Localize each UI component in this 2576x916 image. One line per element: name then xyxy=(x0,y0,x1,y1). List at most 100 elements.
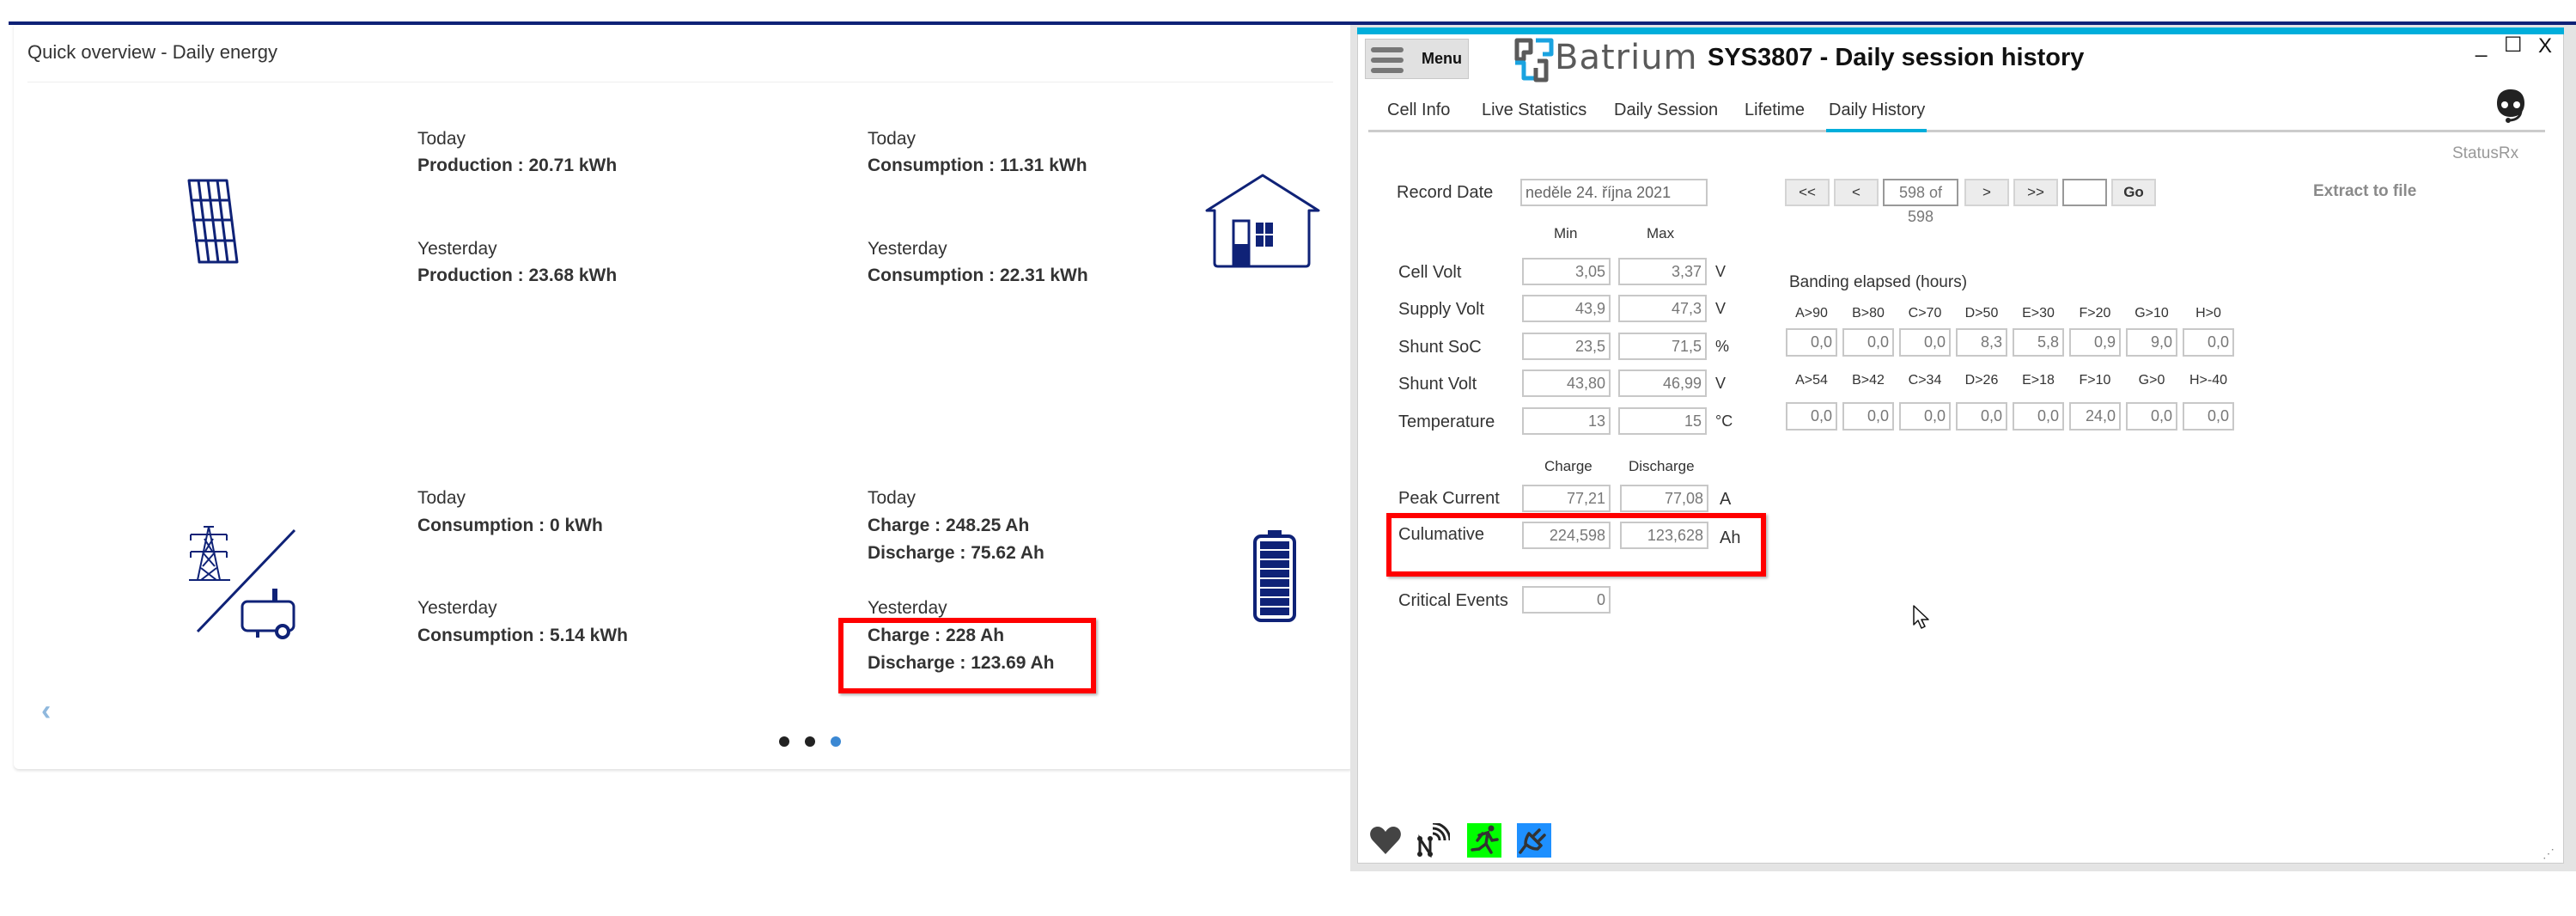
menu-button[interactable]: Menu xyxy=(1365,39,1469,79)
temp-band-label: C>34 xyxy=(1908,373,1942,388)
menu-label: Menu xyxy=(1422,50,1462,67)
resize-grip-icon[interactable]: ⋰ xyxy=(2543,846,2555,861)
soc-band-value: 0,0 xyxy=(1786,328,1837,357)
peak-current-charge: 77,21 xyxy=(1522,485,1611,512)
critical-events-value: 0 xyxy=(1522,586,1611,614)
soc-band-value: 0,9 xyxy=(2069,328,2121,357)
solar-yesterday-label: Yesterday xyxy=(417,239,497,259)
tab-cell-info[interactable]: Cell Info xyxy=(1387,101,1450,120)
measurement-min: 23,5 xyxy=(1522,333,1611,360)
temp-band-value: 0,0 xyxy=(1786,402,1837,431)
prev-record-button[interactable]: < xyxy=(1834,179,1879,206)
soc-band-label: E>30 xyxy=(2022,306,2055,321)
network-signal-icon[interactable] xyxy=(1416,823,1450,858)
measurement-label: Cell Volt xyxy=(1398,263,1462,282)
tab-daily-history[interactable]: Daily History xyxy=(1829,101,1925,120)
mouse-cursor-icon xyxy=(1913,605,1929,629)
grid-yesterday-consumption: Consumption : 5.14 kWh xyxy=(417,626,629,645)
tab-live-statistics[interactable]: Live Statistics xyxy=(1482,101,1586,120)
record-date-label: Record Date xyxy=(1397,183,1494,202)
window-accent-strip xyxy=(1357,27,2564,34)
soc-band-label: D>50 xyxy=(1964,306,1999,321)
tab-daily-session[interactable]: Daily Session xyxy=(1614,101,1718,120)
record-date-input[interactable] xyxy=(1520,179,1708,206)
measurement-min: 43,9 xyxy=(1522,295,1611,322)
soc-band-value: 0,0 xyxy=(2183,328,2234,357)
measurement-min: 43,80 xyxy=(1522,369,1611,397)
max-header: Max xyxy=(1647,225,1675,241)
measurement-unit: V xyxy=(1715,263,1726,280)
carousel-dot-1[interactable] xyxy=(779,736,789,747)
close-button[interactable]: X xyxy=(2538,34,2552,58)
temp-band-value: 0,0 xyxy=(1956,402,2007,431)
soc-band-value: 8,3 xyxy=(1956,328,2007,357)
measurement-max: 47,3 xyxy=(1618,295,1707,322)
soc-band-value: 5,8 xyxy=(2013,328,2064,357)
plug-icon[interactable] xyxy=(1517,823,1551,858)
window-title: SYS3807 - Daily session history xyxy=(1708,44,2085,71)
battery-today-charge: Charge : 248.25 Ah xyxy=(868,516,1030,535)
banding-title: Banding elapsed (hours) xyxy=(1789,273,1968,291)
minimize-button[interactable]: _ xyxy=(2476,34,2487,58)
soc-band-label: H>0 xyxy=(2195,306,2221,321)
measurement-max: 46,99 xyxy=(1618,369,1707,397)
peak-current-discharge: 77,08 xyxy=(1620,485,1708,512)
temp-band-value: 0,0 xyxy=(2013,402,2064,431)
measurement-max: 3,37 xyxy=(1618,258,1707,285)
battery-today-discharge: Discharge : 75.62 Ah xyxy=(868,543,1044,563)
record-position-field: 598 of 598 xyxy=(1883,179,1958,225)
carousel-dot-3[interactable] xyxy=(831,736,841,747)
goto-record-input[interactable] xyxy=(2062,179,2107,206)
soc-band-value: 9,0 xyxy=(2126,328,2177,357)
soc-band-label: G>10 xyxy=(2134,306,2169,321)
carousel-dot-2[interactable] xyxy=(805,736,815,747)
house-icon xyxy=(1205,174,1320,268)
grid-yesterday-label: Yesterday xyxy=(417,598,497,618)
min-header: Min xyxy=(1554,225,1578,241)
batrium-logo-text: Batrium xyxy=(1555,38,1698,77)
overview-title: Quick overview - Daily energy xyxy=(27,41,277,63)
battery-icon xyxy=(1253,530,1296,622)
tab-lifetime[interactable]: Lifetime xyxy=(1745,101,1805,120)
temp-band-value: 0,0 xyxy=(2126,402,2177,431)
temp-band-label: B>42 xyxy=(1852,373,1885,388)
measurement-unit: V xyxy=(1715,300,1726,317)
measurement-label: Shunt SoC xyxy=(1398,338,1482,357)
house-today-consumption: Consumption : 11.31 kWh xyxy=(868,156,1087,175)
solar-yesterday-production: Production : 23.68 kWh xyxy=(417,266,618,285)
next-record-button[interactable]: > xyxy=(1964,179,2009,206)
battery-yesterday-label: Yesterday xyxy=(868,598,947,618)
temp-band-value: 0,0 xyxy=(1899,402,1951,431)
temp-band-label: A>54 xyxy=(1795,373,1828,388)
go-button[interactable]: Go xyxy=(2111,179,2156,206)
measurement-max: 71,5 xyxy=(1618,333,1707,360)
chevron-left-icon[interactable]: ‹ xyxy=(41,694,51,728)
maximize-button[interactable]: ☐ xyxy=(2504,33,2523,58)
soc-band-label: C>70 xyxy=(1908,306,1942,321)
batrium-logo-icon xyxy=(1514,38,1554,82)
solar-panel-icon xyxy=(187,179,239,264)
temp-band-label: H>-40 xyxy=(2189,373,2228,388)
last-record-button[interactable]: >> xyxy=(2013,179,2058,206)
critical-events-label: Critical Events xyxy=(1398,591,1508,610)
measurement-unit: °C xyxy=(1715,412,1733,430)
peak-current-label: Peak Current xyxy=(1398,489,1500,508)
tab-bar-divider xyxy=(1368,130,2545,132)
discharge-header: Discharge xyxy=(1629,458,1695,474)
extract-to-file-link[interactable]: Extract to file xyxy=(2313,182,2416,201)
measurement-min: 3,05 xyxy=(1522,258,1611,285)
batrium-window xyxy=(1357,27,2564,864)
measurement-unit: V xyxy=(1715,375,1726,392)
support-headset-icon[interactable] xyxy=(2495,88,2526,124)
first-record-button[interactable]: << xyxy=(1785,179,1830,206)
hamburger-icon xyxy=(1371,47,1404,78)
soc-band-label: B>80 xyxy=(1852,306,1885,321)
running-man-icon[interactable] xyxy=(1467,823,1501,858)
temp-band-value: 24,0 xyxy=(2069,402,2121,431)
status-rx-label: StatusRx xyxy=(2452,144,2519,162)
highlight-box-cumulative xyxy=(1386,513,1766,577)
soc-band-value: 0,0 xyxy=(1899,328,1951,357)
heart-icon[interactable] xyxy=(1368,823,1403,858)
measurement-min: 13 xyxy=(1522,407,1611,435)
temp-band-label: F>10 xyxy=(2079,373,2111,388)
